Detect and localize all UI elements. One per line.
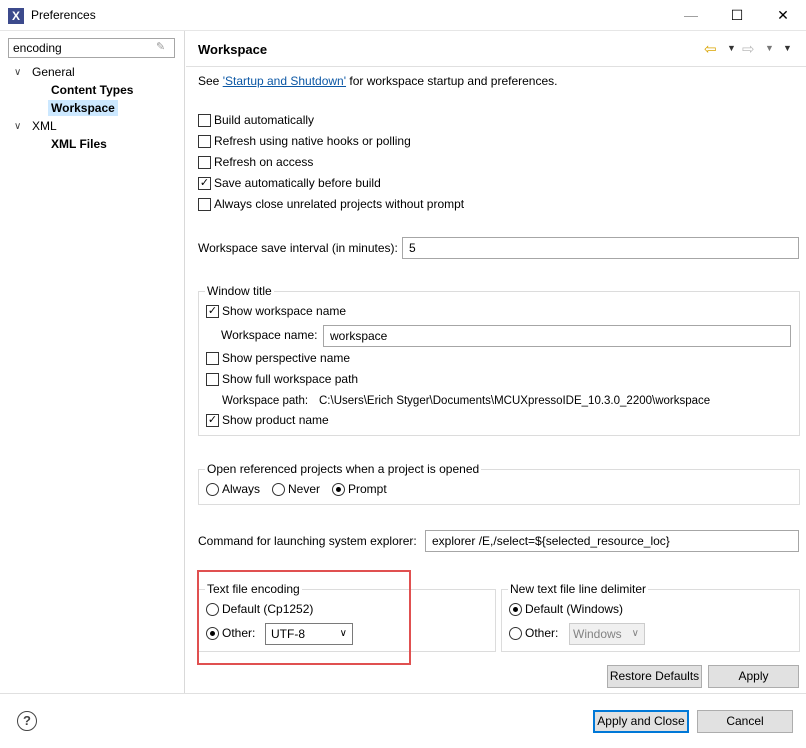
label-prompt: Prompt bbox=[348, 482, 387, 496]
workspace-name-input[interactable]: workspace bbox=[323, 325, 791, 347]
explorer-command-input[interactable]: explorer /E,/select=${selected_resource_… bbox=[425, 530, 799, 552]
label-never: Never bbox=[288, 482, 321, 496]
close-icon: ✕ bbox=[777, 7, 789, 23]
line-delimiter-group bbox=[501, 589, 800, 652]
window-title: Preferences bbox=[31, 8, 96, 22]
header-divider bbox=[186, 66, 806, 67]
radio-never[interactable] bbox=[272, 483, 285, 496]
radio-delimiter-other[interactable] bbox=[509, 627, 522, 640]
label-close-unrelated: Always close unrelated projects without … bbox=[214, 197, 465, 211]
chevron-down-icon[interactable]: ∨ bbox=[14, 121, 26, 133]
checkbox-show-perspective-name[interactable] bbox=[206, 352, 219, 365]
checkbox-show-product-name[interactable]: ✓ bbox=[206, 414, 219, 427]
intro-prefix: See bbox=[198, 74, 223, 88]
forward-arrow-icon[interactable]: ⇨ bbox=[742, 40, 755, 58]
checkbox-close-unrelated[interactable] bbox=[198, 198, 211, 211]
save-interval-label: Workspace save interval (in minutes): bbox=[198, 241, 398, 255]
workspace-name-label: Workspace name: bbox=[221, 328, 318, 342]
intro-text: See 'Startup and Shutdown' for workspace… bbox=[198, 74, 557, 89]
tree-item-workspace[interactable]: Workspace bbox=[48, 100, 118, 116]
radio-prompt[interactable] bbox=[332, 483, 345, 496]
tree-item-general[interactable]: General bbox=[32, 64, 75, 80]
radio-delimiter-default[interactable] bbox=[509, 603, 522, 616]
explorer-command-label: Command for launching system explorer: bbox=[198, 534, 417, 548]
footer-divider bbox=[0, 693, 806, 694]
tree-item-xml-files[interactable]: XML Files bbox=[51, 136, 107, 152]
startup-shutdown-link[interactable]: 'Startup and Shutdown' bbox=[223, 74, 346, 88]
checkbox-refresh-on-access[interactable] bbox=[198, 156, 211, 169]
label-delimiter-default: Default (Windows) bbox=[525, 602, 624, 616]
encoding-highlight-box bbox=[197, 570, 411, 665]
label-delimiter-other: Other: bbox=[525, 626, 559, 640]
workspace-path-value: C:\Users\Erich Styger\Documents\MCUXpres… bbox=[319, 395, 711, 407]
back-dropdown-icon[interactable]: ▼ bbox=[727, 43, 736, 53]
clear-filter-icon[interactable]: ✎ bbox=[156, 40, 170, 54]
minimize-icon: — bbox=[684, 7, 698, 23]
checkbox-show-workspace-name[interactable]: ✓ bbox=[206, 305, 219, 318]
open-referenced-group-label: Open referenced projects when a project … bbox=[205, 462, 482, 476]
forward-dropdown-icon[interactable]: ▼ bbox=[765, 43, 774, 53]
eclipse-x-icon: X bbox=[8, 8, 24, 24]
delimiter-select-value: Windows bbox=[573, 627, 622, 641]
window-title-group-label: Window title bbox=[205, 284, 274, 298]
save-interval-input[interactable]: 5 bbox=[402, 237, 799, 259]
apply-and-close-button[interactable]: Apply and Close bbox=[593, 710, 689, 733]
checkbox-show-full-path[interactable] bbox=[206, 373, 219, 386]
restore-defaults-button[interactable]: Restore Defaults bbox=[607, 665, 702, 688]
label-refresh-on-access: Refresh on access bbox=[214, 155, 314, 169]
label-show-product-name: Show product name bbox=[222, 413, 329, 427]
label-always: Always bbox=[222, 482, 261, 496]
maximize-button[interactable]: ☐ bbox=[714, 0, 760, 31]
help-icon[interactable]: ? bbox=[17, 711, 37, 731]
label-show-full-path: Show full workspace path bbox=[222, 372, 359, 386]
filter-input[interactable]: encoding bbox=[8, 38, 175, 58]
checkbox-save-before-build[interactable]: ✓ bbox=[198, 177, 211, 190]
minimize-button[interactable]: — bbox=[668, 0, 714, 31]
maximize-icon: ☐ bbox=[730, 7, 744, 23]
tree-item-xml[interactable]: XML bbox=[32, 118, 57, 134]
label-build-automatically: Build automatically bbox=[214, 113, 315, 127]
preferences-tree-pane bbox=[0, 31, 185, 693]
checkbox-build-automatically[interactable] bbox=[198, 114, 211, 127]
workspace-path-label: Workspace path: bbox=[222, 395, 309, 407]
page-title: Workspace bbox=[198, 42, 268, 57]
close-button[interactable]: ✕ bbox=[760, 0, 806, 31]
view-menu-icon[interactable]: ▼ bbox=[783, 43, 792, 53]
back-arrow-icon[interactable]: ⇦ bbox=[704, 40, 717, 58]
delimiter-select[interactable]: Windows ∨ bbox=[569, 623, 645, 645]
label-refresh-native-hooks: Refresh using native hooks or polling bbox=[214, 134, 411, 148]
label-save-before-build: Save automatically before build bbox=[214, 176, 381, 190]
chevron-down-icon: ∨ bbox=[631, 628, 639, 639]
label-show-workspace-name: Show workspace name bbox=[222, 304, 347, 318]
radio-always[interactable] bbox=[206, 483, 219, 496]
label-show-perspective-name: Show perspective name bbox=[222, 351, 351, 365]
apply-button[interactable]: Apply bbox=[708, 665, 799, 688]
cancel-button[interactable]: Cancel bbox=[697, 710, 793, 733]
chevron-down-icon[interactable]: ∨ bbox=[14, 67, 26, 79]
line-delimiter-group-label: New text file line delimiter bbox=[508, 582, 649, 596]
tree-item-content-types[interactable]: Content Types bbox=[51, 82, 133, 98]
checkbox-refresh-native-hooks[interactable] bbox=[198, 135, 211, 148]
intro-suffix: for workspace startup and preferences. bbox=[346, 74, 558, 88]
